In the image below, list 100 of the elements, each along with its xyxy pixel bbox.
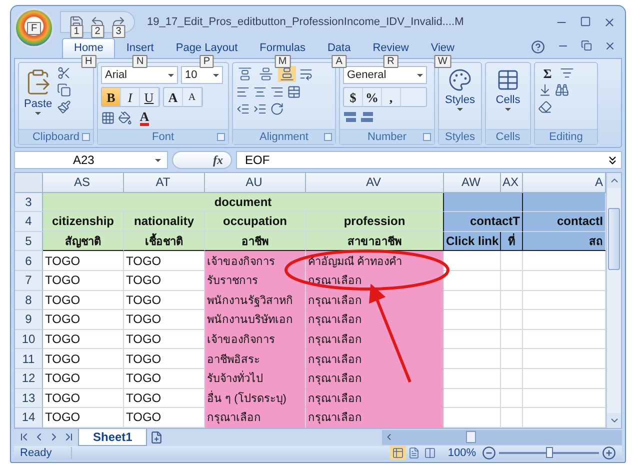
formula-field[interactable]: EOF [236,151,622,169]
decrease-indent-icon[interactable] [236,102,250,116]
row-header[interactable]: 8 [15,290,43,310]
row-header[interactable]: 6 [15,251,43,271]
autosum-button[interactable]: Σ [538,66,557,80]
sheet-tab[interactable]: Sheet1 [78,428,148,446]
align-bottom-button[interactable] [278,66,296,82]
zoom-level[interactable]: 100% [448,446,476,459]
zoom-slider-thumb[interactable] [546,446,553,458]
column-header[interactable]: AV [306,173,444,193]
last-sheet-icon[interactable] [63,431,75,444]
palette-icon[interactable] [448,68,472,92]
row-header[interactable]: 13 [15,388,43,408]
paste-button[interactable]: Paste [22,66,54,126]
sort-filter-icon[interactable] [560,66,574,80]
cells-button[interactable]: Cells [494,66,522,126]
ribbon-tab[interactable]: View [420,39,466,58]
office-button[interactable]: F [14,8,54,48]
fill-icon[interactable] [538,83,552,97]
ribbon-tab[interactable]: Data [316,39,362,58]
group-label: Clipboard [32,131,80,143]
align-center-icon[interactable] [253,85,267,99]
underline-button[interactable]: U [140,88,159,106]
align-right-icon[interactable] [270,85,284,99]
find-icon[interactable] [555,83,569,97]
zoom-in-icon[interactable] [602,446,616,460]
zoom-out-icon[interactable] [482,446,496,460]
group-label: Number [367,131,407,143]
expand-icon[interactable] [606,154,619,166]
table-cell: contactT [444,212,523,232]
column-header[interactable]: AU [205,173,306,193]
scrollbar-thumb[interactable] [608,208,620,270]
keytip: P [199,55,214,68]
align-left-icon[interactable] [236,85,250,99]
insert-function-button[interactable]: fx [172,151,232,169]
number-format-button[interactable]: , [382,88,401,106]
cut-icon[interactable] [57,66,72,80]
row-header[interactable]: 7 [15,270,43,291]
ribbon-tab[interactable]: Insert [115,39,165,58]
number-format-button[interactable]: % [363,88,382,106]
format-painter-icon[interactable] [57,100,72,114]
close-icon[interactable] [604,40,616,52]
copy-icon[interactable] [57,83,72,97]
horizontal-scrollbar[interactable] [382,430,622,445]
name-box[interactable]: A23 [14,151,168,169]
column-header[interactable]: AT [124,173,205,193]
eraser-icon[interactable] [538,100,552,114]
ribbon-tab[interactable]: Review [362,39,420,58]
row-header[interactable]: 9 [15,310,43,330]
row-header[interactable]: 3 [15,192,43,212]
increase-decimal-icon[interactable] [343,110,357,124]
merge-cells-icon[interactable] [287,85,301,99]
help-icon[interactable] [531,40,545,54]
restore-icon[interactable] [581,40,592,51]
wrap-text-icon[interactable] [299,67,313,81]
number-format-button[interactable]: $ [344,88,363,106]
font-name-field[interactable]: Arial [101,66,178,84]
row-header[interactable]: 5 [15,232,43,252]
row-header[interactable]: 10 [15,330,43,350]
table-cell: รับราชการ [205,270,306,291]
row-header[interactable]: 14 [15,408,43,428]
insert-sheet-icon[interactable] [150,430,164,444]
column-header[interactable]: AS [43,173,124,193]
table-cell: TOGO [124,330,205,350]
close-icon[interactable] [603,16,616,28]
table-cell [444,310,501,330]
fill-color-icon[interactable] [118,111,132,125]
column-header[interactable]: AX [501,173,523,193]
bold-button[interactable]: B [102,88,121,106]
italic-button[interactable]: I [121,88,140,106]
decrease-decimal-icon[interactable] [360,110,374,124]
ribbon-tab[interactable]: Formulas [248,39,316,58]
shrink-font-button[interactable]: A [183,88,202,106]
borders-icon[interactable] [101,111,115,125]
row-header[interactable]: 12 [15,368,43,389]
orientation-icon[interactable] [270,102,284,116]
number-format-field[interactable]: General [343,66,427,84]
vertical-scrollbar[interactable] [606,173,621,428]
align-middle-button[interactable] [257,66,275,82]
table-cell: TOGO [43,290,124,310]
column-header[interactable]: A [523,173,606,193]
maximize-icon[interactable] [580,16,591,26]
font-color-button[interactable]: A [135,110,154,126]
first-sheet-icon[interactable] [18,431,30,444]
row-header[interactable]: 11 [15,349,43,369]
styles-button[interactable]: Styles [443,66,477,126]
increase-indent-icon[interactable] [253,102,267,116]
table-cell: document [43,192,444,212]
font-size-field[interactable]: 10 [181,66,223,84]
column-header[interactable]: AW [444,173,501,193]
ribbon-tab[interactable]: Home [62,38,116,58]
scrollbar-thumb[interactable] [466,431,476,444]
ribbon-tab[interactable]: Page Layout [164,39,249,58]
grow-font-button[interactable]: A [164,88,183,106]
normal-view-button[interactable] [390,446,406,460]
table-cell: TOGO [124,349,205,369]
row-header[interactable]: 4 [15,212,43,232]
align-top-button[interactable] [236,66,254,82]
table-icon[interactable] [496,68,520,92]
group-label: Cells [496,131,520,143]
